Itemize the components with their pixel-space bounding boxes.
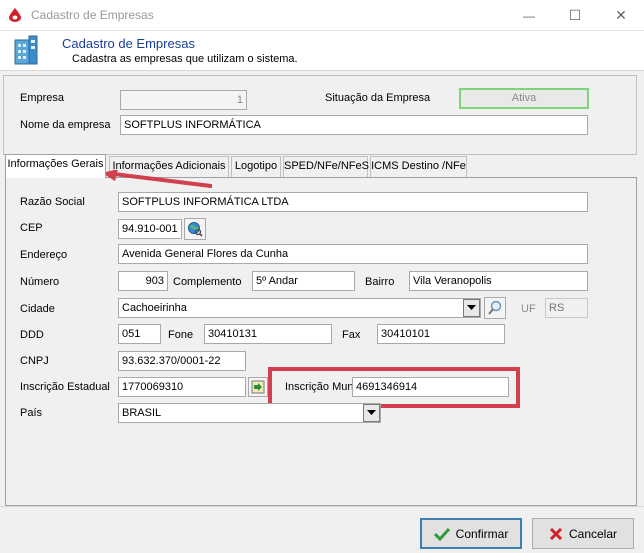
numero-field[interactable]: 903 bbox=[118, 271, 168, 291]
uf-field: RS bbox=[545, 298, 588, 318]
ddd-field[interactable]: 051 bbox=[118, 324, 161, 344]
cidade-search-button[interactable] bbox=[484, 297, 506, 319]
close-icon: ✕ bbox=[615, 7, 627, 23]
cidade-select[interactable]: Cachoeirinha bbox=[118, 298, 481, 318]
uf-label: UF bbox=[521, 303, 536, 315]
ie-label: Inscrição Estadual bbox=[20, 381, 110, 393]
pais-select[interactable]: BRASIL bbox=[118, 403, 381, 423]
cnpj-field[interactable]: 93.632.370/0001-22 bbox=[118, 351, 246, 371]
check-icon bbox=[433, 527, 450, 541]
pais-label: País bbox=[20, 407, 43, 419]
fax-label: Fax bbox=[342, 329, 361, 341]
refresh-icon bbox=[251, 380, 265, 394]
cidade-label: Cidade bbox=[20, 303, 55, 315]
numero-label: Número bbox=[20, 276, 60, 288]
form-header: Cadastro de Empresas Cadastra as empresa… bbox=[0, 31, 644, 71]
empresa-label: Empresa bbox=[20, 92, 65, 104]
ie-field[interactable]: 1770069310 bbox=[118, 377, 246, 397]
cep-field[interactable]: 94.910-001 bbox=[118, 219, 182, 239]
minimize-icon: — bbox=[523, 8, 535, 23]
magnifier-icon bbox=[488, 300, 502, 315]
pais-value: BRASIL bbox=[122, 407, 162, 419]
complemento-field[interactable]: 5º Andar bbox=[252, 271, 355, 291]
situacao-label: Situação da Empresa bbox=[325, 92, 431, 104]
action-bar: Confirmar Cancelar bbox=[0, 506, 644, 553]
tab-sped[interactable]: SPED/NFe/NFeS bbox=[283, 156, 369, 177]
title-bar: Cadastro de Empresas — ☐ ✕ bbox=[0, 0, 644, 31]
bairro-field[interactable]: Vila Veranopolis bbox=[409, 271, 588, 291]
dropdown-arrow-icon bbox=[367, 410, 376, 415]
confirm-button[interactable]: Confirmar bbox=[420, 518, 522, 549]
nome-field[interactable]: SOFTPLUS INFORMÁTICA bbox=[120, 115, 588, 135]
complemento-label: Complemento bbox=[173, 276, 242, 288]
maximize-button[interactable]: ☐ bbox=[552, 0, 598, 31]
minimize-button[interactable]: — bbox=[506, 0, 552, 31]
ddd-label: DDD bbox=[20, 329, 44, 341]
fax-field[interactable]: 30410101 bbox=[377, 324, 505, 344]
tab-logotipo[interactable]: Logotipo bbox=[231, 156, 281, 177]
bairro-label: Bairro bbox=[365, 276, 395, 288]
razao-field[interactable]: SOFTPLUS INFORMÁTICA LTDA bbox=[118, 192, 588, 212]
maximize-icon: ☐ bbox=[568, 7, 582, 23]
pais-dropdown-button[interactable] bbox=[363, 404, 380, 422]
x-icon bbox=[549, 527, 563, 540]
fone-label: Fone bbox=[168, 329, 194, 341]
app-drop-icon bbox=[9, 8, 21, 22]
dropdown-arrow-icon bbox=[467, 305, 476, 310]
window-title: Cadastro de Empresas bbox=[31, 8, 154, 22]
ie-refresh-button[interactable] bbox=[248, 377, 268, 397]
building-icon bbox=[14, 35, 38, 65]
situacao-status-badge: Ativa bbox=[459, 88, 589, 109]
globe-search-icon bbox=[188, 222, 203, 237]
nome-label: Nome da empresa bbox=[20, 119, 111, 131]
im-highlight-box bbox=[268, 367, 520, 408]
tab-informacoes-gerais[interactable]: Informações Gerais bbox=[5, 154, 106, 178]
cidade-dropdown-button[interactable] bbox=[463, 299, 480, 317]
tab-icms-destino[interactable]: ICMS Destino /NFe bbox=[370, 156, 467, 177]
cancel-button[interactable]: Cancelar bbox=[532, 518, 634, 549]
cep-search-button[interactable] bbox=[184, 218, 206, 240]
razao-label: Razão Social bbox=[20, 196, 85, 208]
header-subtitle: Cadastra as empresas que utilizam o sist… bbox=[72, 53, 298, 65]
header-title: Cadastro de Empresas bbox=[62, 36, 195, 51]
cep-label: CEP bbox=[20, 222, 43, 234]
close-button[interactable]: ✕ bbox=[598, 0, 644, 31]
endereco-field[interactable]: Avenida General Flores da Cunha bbox=[118, 244, 588, 264]
endereco-label: Endereço bbox=[20, 249, 68, 261]
cancel-label: Cancelar bbox=[568, 526, 618, 541]
fone-field[interactable]: 30410131 bbox=[204, 324, 332, 344]
confirm-label: Confirmar bbox=[455, 526, 509, 541]
cidade-value: Cachoeirinha bbox=[122, 302, 187, 314]
cnpj-label: CNPJ bbox=[20, 355, 49, 367]
empresa-field: 1 bbox=[120, 90, 247, 110]
company-panel: Empresa 1 Situação da Empresa Ativa Nome… bbox=[3, 75, 637, 155]
annotation-arrow-icon bbox=[102, 170, 212, 188]
